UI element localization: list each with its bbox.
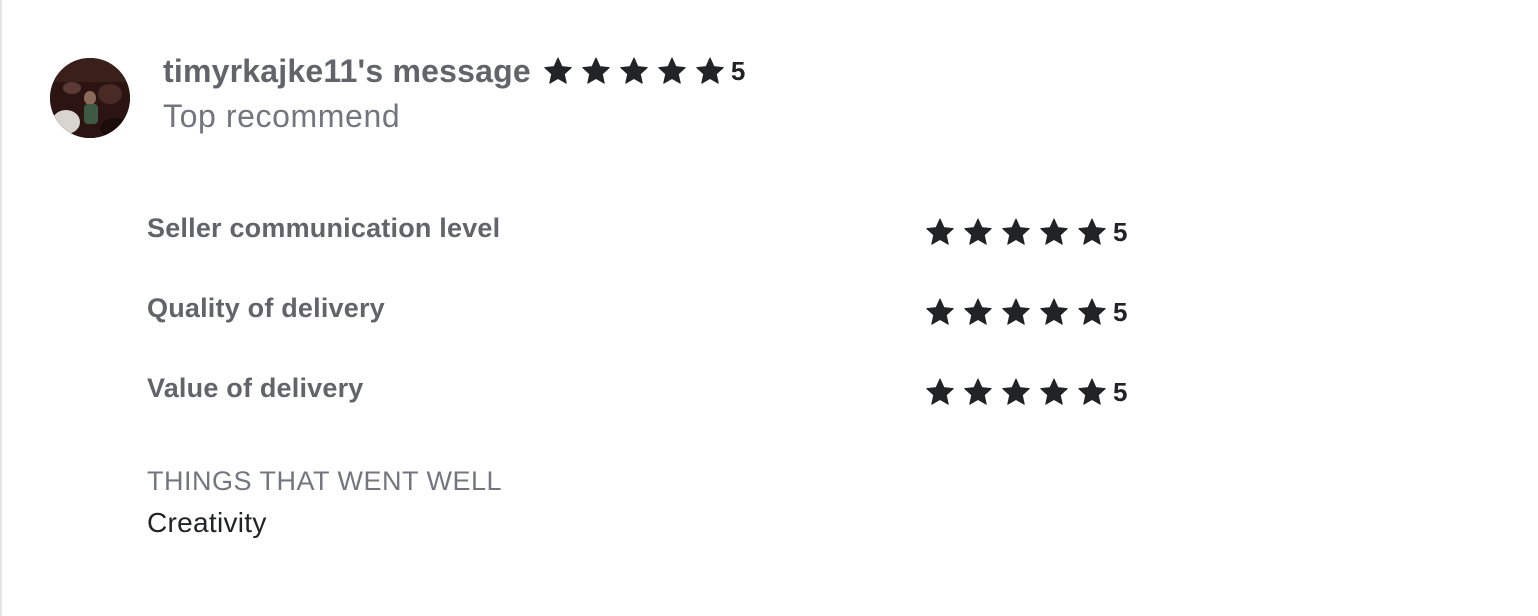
rating-value: 5 (925, 372, 1127, 412)
rating-row-communication: Seller communication level 5 (147, 210, 1147, 290)
rating-score: 5 (1113, 377, 1128, 407)
reviewer-name[interactable]: timyrkajke11's message (163, 53, 531, 90)
star-icon (925, 217, 955, 247)
star-icon (963, 297, 993, 327)
star-icon (543, 56, 573, 86)
star-icon (963, 377, 993, 407)
star-icon (1077, 217, 1107, 247)
avatar-photo (50, 58, 130, 138)
star-icon (1001, 377, 1031, 407)
rating-value: 5 (925, 292, 1127, 332)
rating-label: Quality of delivery (147, 293, 385, 323)
star-icon (925, 297, 955, 327)
rating-value: 5 (925, 212, 1127, 252)
star-icon (1039, 297, 1069, 327)
overall-rating-stars (543, 56, 733, 86)
star-icon (963, 217, 993, 247)
review-header: timyrkajke11's message 5 Top recommend (163, 50, 745, 135)
star-icon (1001, 297, 1031, 327)
star-icon (619, 56, 649, 86)
star-icon (657, 56, 687, 86)
rating-row-quality: Quality of delivery 5 (147, 290, 1147, 370)
star-icon (1039, 217, 1069, 247)
star-icon (1077, 377, 1107, 407)
star-icon (695, 56, 725, 86)
star-icon (1039, 377, 1069, 407)
ratings-breakdown: Seller communication level 5 Quality of … (147, 210, 1147, 450)
overall-rating-score: 5 (730, 56, 746, 86)
star-icon (1001, 217, 1031, 247)
review-card: timyrkajke11's message 5 Top recommend S… (0, 0, 1538, 616)
avatar[interactable] (50, 58, 130, 138)
rating-stars (925, 217, 1115, 247)
things-went-well-heading: THINGS THAT WENT WELL (147, 466, 503, 496)
rating-label: Seller communication level (147, 213, 501, 243)
star-icon (1077, 297, 1107, 327)
rating-stars (925, 377, 1115, 407)
rating-score: 5 (1113, 297, 1128, 327)
things-went-well-item: Creativity (147, 507, 267, 538)
review-subtitle: Top recommend (163, 98, 401, 134)
things-went-well: THINGS THAT WENT WELL Creativity (147, 466, 502, 539)
divider (0, 0, 2, 616)
rating-row-value: Value of delivery 5 (147, 370, 1147, 450)
rating-score: 5 (1113, 217, 1128, 247)
rating-stars (925, 297, 1115, 327)
star-icon (581, 56, 611, 86)
rating-label: Value of delivery (147, 373, 364, 403)
star-icon (925, 377, 955, 407)
